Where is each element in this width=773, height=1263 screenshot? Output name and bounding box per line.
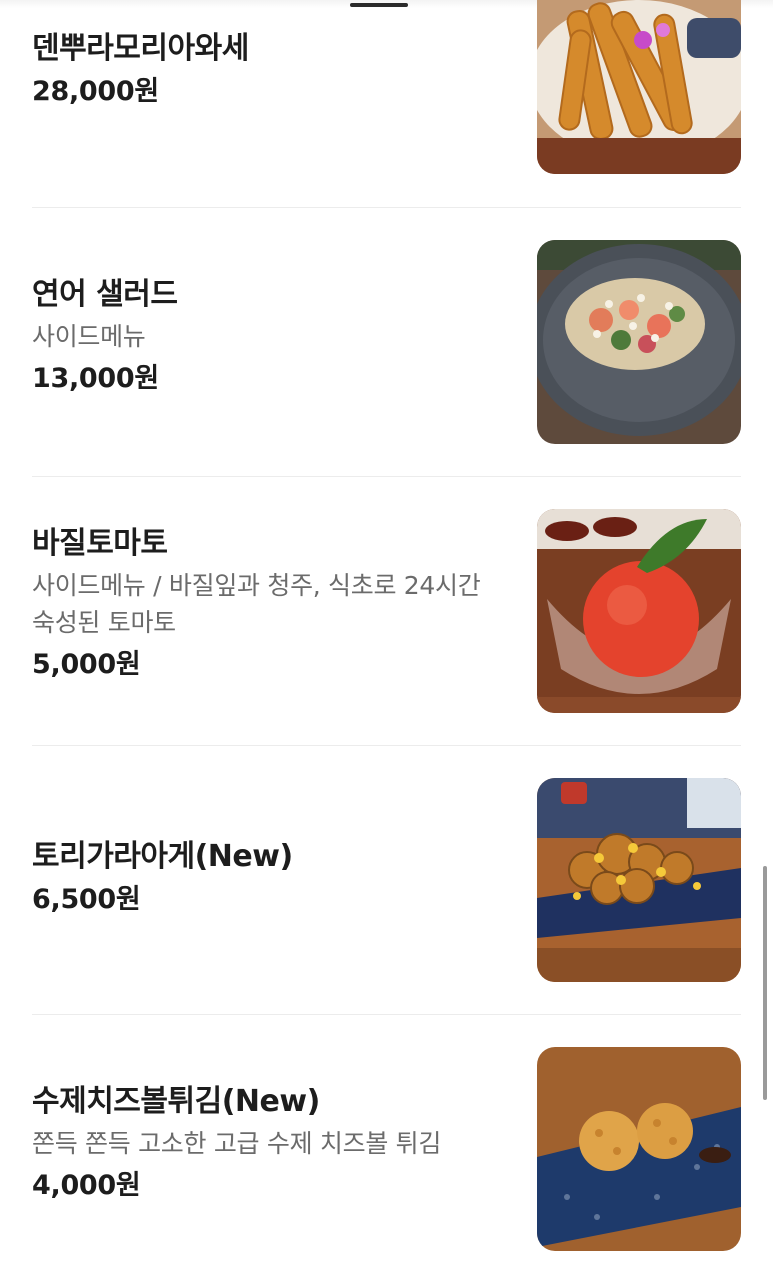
tempura-photo[interactable] [537,0,741,174]
menu-item-text: 바질토마토 사이드메뉴 / 바질잎과 청주, 식초로 24시간 숙성된 토마토 … [32,525,502,683]
menu-item-cheese-ball[interactable]: 수제치즈볼튀김(New) 쫀득 쫀득 고소한 고급 수제 치즈볼 튀김 4,00… [0,1015,773,1263]
menu-item-karaage[interactable]: 토리가라아게(New) 6,500원 [0,746,773,1014]
menu-item-name: 연어 샐러드 [32,277,178,312]
menu-item-price: 13,000원 [32,363,159,394]
menu-item-text: 연어 샐러드 사이드메뉴 13,000원 [32,276,502,397]
menu-item-name: 덴뿌라모리아와세 [32,31,249,66]
scrollbar[interactable] [763,866,767,1100]
menu-item-text: 덴뿌라모리아와세 28,000원 [32,30,502,110]
menu-item-salmon-salad[interactable]: 연어 샐러드 사이드메뉴 13,000원 [0,208,773,476]
menu-item-price: 6,500원 [32,884,141,915]
menu-item-description: 쫀득 쫀득 고소한 고급 수제 치즈볼 튀김 [32,1129,442,1158]
cheese-ball-photo[interactable] [537,1047,741,1251]
menu-item-price: 4,000원 [32,1170,141,1201]
salmon-salad-photo[interactable] [537,240,741,444]
menu-item-name: 바질토마토 [32,526,168,561]
karaage-photo[interactable] [537,778,741,982]
menu-item-text: 수제치즈볼튀김(New) 쫀득 쫀득 고소한 고급 수제 치즈볼 튀김 4,00… [32,1083,502,1204]
menu-item-description: 사이드메뉴 [32,322,146,351]
menu-item-name: 토리가라아게(New) [32,839,293,874]
menu-item-price: 28,000원 [32,76,159,107]
menu-item-description: 사이드메뉴 / 바질잎과 청주, 식초로 24시간 숙성된 토마토 [32,571,481,637]
basil-tomato-photo[interactable] [537,509,741,713]
menu-item-tempura[interactable]: 덴뿌라모리아와세 28,000원 [0,0,773,208]
menu-item-price: 5,000원 [32,649,141,680]
menu-item-text: 토리가라아게(New) 6,500원 [32,838,502,918]
menu-item-name: 수제치즈볼튀김(New) [32,1084,320,1119]
menu-item-basil-tomato[interactable]: 바질토마토 사이드메뉴 / 바질잎과 청주, 식초로 24시간 숙성된 토마토 … [0,477,773,745]
